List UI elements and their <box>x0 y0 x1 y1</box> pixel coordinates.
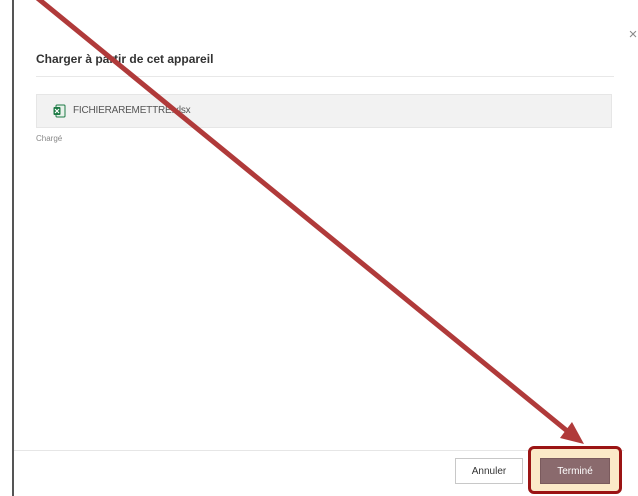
upload-status-text: Chargé <box>36 134 63 143</box>
cancel-button[interactable]: Annuler <box>455 458 523 484</box>
title-divider <box>36 76 614 77</box>
close-icon: × <box>628 26 638 43</box>
excel-file-icon <box>53 104 66 118</box>
uploaded-file-row[interactable]: FICHIERAREMETTRE.xlsx <box>36 94 612 128</box>
close-button[interactable]: × <box>624 26 638 44</box>
file-name: FICHIERAREMETTRE.xlsx <box>73 105 191 116</box>
page: × Charger à partir de cet appareil FICHI… <box>0 0 638 496</box>
upload-dialog: × Charger à partir de cet appareil FICHI… <box>14 0 638 496</box>
done-button[interactable]: Terminé <box>540 458 610 484</box>
dialog-title: Charger à partir de cet appareil <box>36 52 214 66</box>
